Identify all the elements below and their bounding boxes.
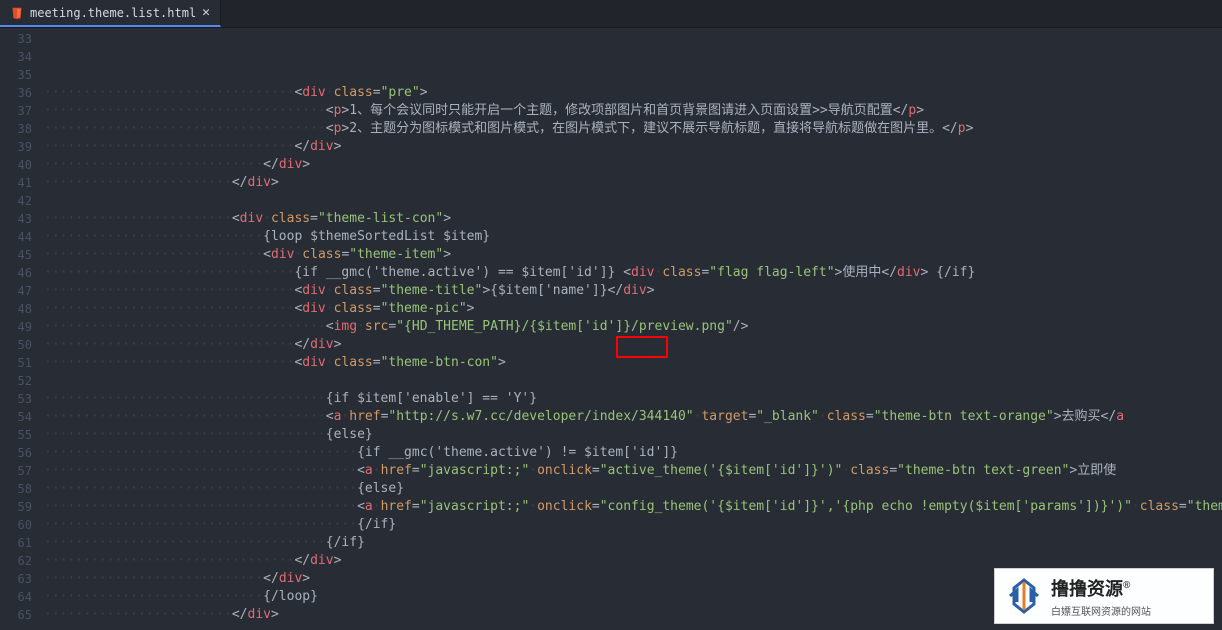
line-number: 60: [0, 516, 32, 534]
code-line[interactable]: [44, 192, 1222, 210]
code-line[interactable]: ····································{if …: [44, 390, 1222, 408]
line-number: 49: [0, 318, 32, 336]
code-line[interactable]: ························</div>: [44, 174, 1222, 192]
code-line[interactable]: ································</div>: [44, 138, 1222, 156]
line-number: 41: [0, 174, 32, 192]
watermark-text: 撸撸资源® 白嫖互联网资源的网站: [1051, 575, 1205, 618]
code-line[interactable]: ····································<img…: [44, 318, 1222, 336]
line-number: 37: [0, 102, 32, 120]
line-number: 56: [0, 444, 32, 462]
code-line[interactable]: ································<div·cla…: [44, 300, 1222, 318]
line-number: 50: [0, 336, 32, 354]
line-number: 40: [0, 156, 32, 174]
line-number: 65: [0, 606, 32, 624]
code-line[interactable]: ········································…: [44, 444, 1222, 462]
line-number: 58: [0, 480, 32, 498]
watermark-subtitle: 白嫖互联网资源的网站: [1051, 603, 1205, 618]
line-number: 51: [0, 354, 32, 372]
line-number: 42: [0, 192, 32, 210]
code-area[interactable]: ································<div·cla…: [44, 28, 1222, 630]
editor: 3334353637383940414243444546474849505152…: [0, 28, 1222, 630]
line-number: 36: [0, 84, 32, 102]
code-line[interactable]: ····························</div>: [44, 156, 1222, 174]
line-number: 33: [0, 30, 32, 48]
highlight-annotation: [616, 336, 668, 358]
tab-filename: meeting.theme.list.html: [30, 6, 196, 20]
line-number: 39: [0, 138, 32, 156]
code-line[interactable]: ····································{els…: [44, 426, 1222, 444]
line-number: 54: [0, 408, 32, 426]
line-number: 59: [0, 498, 32, 516]
line-number: 34: [0, 48, 32, 66]
code-line[interactable]: ········································…: [44, 498, 1222, 516]
html5-icon: [10, 6, 24, 20]
code-line[interactable]: ········································…: [44, 516, 1222, 534]
code-line[interactable]: ································<div·cla…: [44, 282, 1222, 300]
watermark-badge: 撸撸资源® 白嫖互联网资源的网站: [994, 568, 1214, 624]
code-line[interactable]: ····································<p>2…: [44, 120, 1222, 138]
code-line[interactable]: ····························<div·class="…: [44, 246, 1222, 264]
code-line[interactable]: ········································…: [44, 480, 1222, 498]
line-number: 45: [0, 246, 32, 264]
code-line[interactable]: ································<div·cla…: [44, 84, 1222, 102]
watermark-logo-icon: [1003, 575, 1045, 617]
watermark-registered: ®: [1123, 580, 1130, 591]
line-number: 47: [0, 282, 32, 300]
code-line[interactable]: [44, 372, 1222, 390]
code-line[interactable]: [44, 624, 1222, 630]
line-number: 44: [0, 228, 32, 246]
line-number: 62: [0, 552, 32, 570]
close-icon[interactable]: ✕: [202, 5, 210, 20]
line-number: 53: [0, 390, 32, 408]
line-number: 46: [0, 264, 32, 282]
code-line[interactable]: ····································<p>1…: [44, 102, 1222, 120]
code-line[interactable]: ························<div·class="them…: [44, 210, 1222, 228]
line-number: 61: [0, 534, 32, 552]
code-line[interactable]: ········································…: [44, 462, 1222, 480]
line-number: 63: [0, 570, 32, 588]
code-line[interactable]: ····························{loop $theme…: [44, 228, 1222, 246]
watermark-title: 撸撸资源: [1051, 579, 1123, 599]
code-line[interactable]: ····································{/if…: [44, 534, 1222, 552]
line-number: 38: [0, 120, 32, 138]
tab-active[interactable]: meeting.theme.list.html ✕: [0, 0, 221, 27]
line-number: 64: [0, 588, 32, 606]
line-number: 48: [0, 300, 32, 318]
code-line[interactable]: ································{if __gm…: [44, 264, 1222, 282]
line-number: 43: [0, 210, 32, 228]
line-gutter: 3334353637383940414243444546474849505152…: [0, 28, 44, 630]
line-number: 52: [0, 372, 32, 390]
line-number: 55: [0, 426, 32, 444]
line-number: 57: [0, 462, 32, 480]
tab-bar: meeting.theme.list.html ✕: [0, 0, 1222, 28]
line-number: 35: [0, 66, 32, 84]
code-line[interactable]: ····································<a·h…: [44, 408, 1222, 426]
